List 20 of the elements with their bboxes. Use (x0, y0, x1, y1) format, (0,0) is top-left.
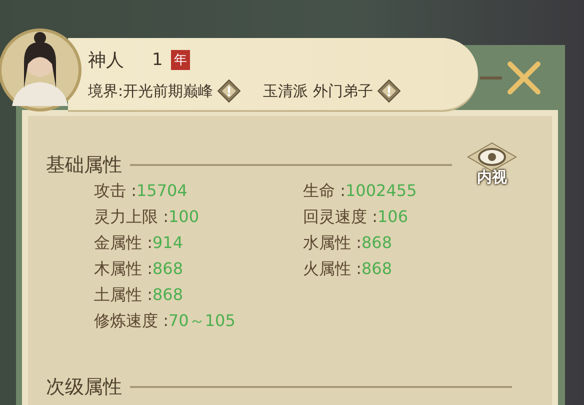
info-icon[interactable] (217, 79, 242, 103)
info-icon[interactable] (376, 79, 401, 103)
inner-view-button[interactable]: 内视 (462, 142, 522, 198)
realm-text: 境界:开光前期巅峰 (88, 82, 214, 100)
stat-row-text: 灵力上限 :100 (94, 206, 200, 228)
year-badge: 年 (170, 50, 190, 70)
section-title: 次级属性 (46, 375, 122, 400)
character-name: 神人 (88, 49, 124, 72)
sect-text: 玉清派 外门弟子 (263, 82, 373, 100)
stat-row-text: 金属性 :914 (94, 232, 184, 254)
stat-row-text: 木属性 :868 (94, 258, 184, 280)
section-title: 基础属性 (46, 153, 122, 178)
character-level: 1 (152, 50, 163, 70)
stat-row-text: 回灵速度 :106 (303, 206, 410, 228)
stat-row-text: 水属性 :868 (303, 232, 394, 254)
stat-row-text: 攻击 :15704 (94, 180, 188, 202)
stat-row-text: 土属性 :868 (94, 284, 184, 306)
stat-row-text: 修炼速度 :70～105 (94, 310, 236, 332)
stat-row-text: 火属性 :868 (303, 258, 394, 280)
stat-row-text: 生命 :1002455 (303, 180, 418, 202)
